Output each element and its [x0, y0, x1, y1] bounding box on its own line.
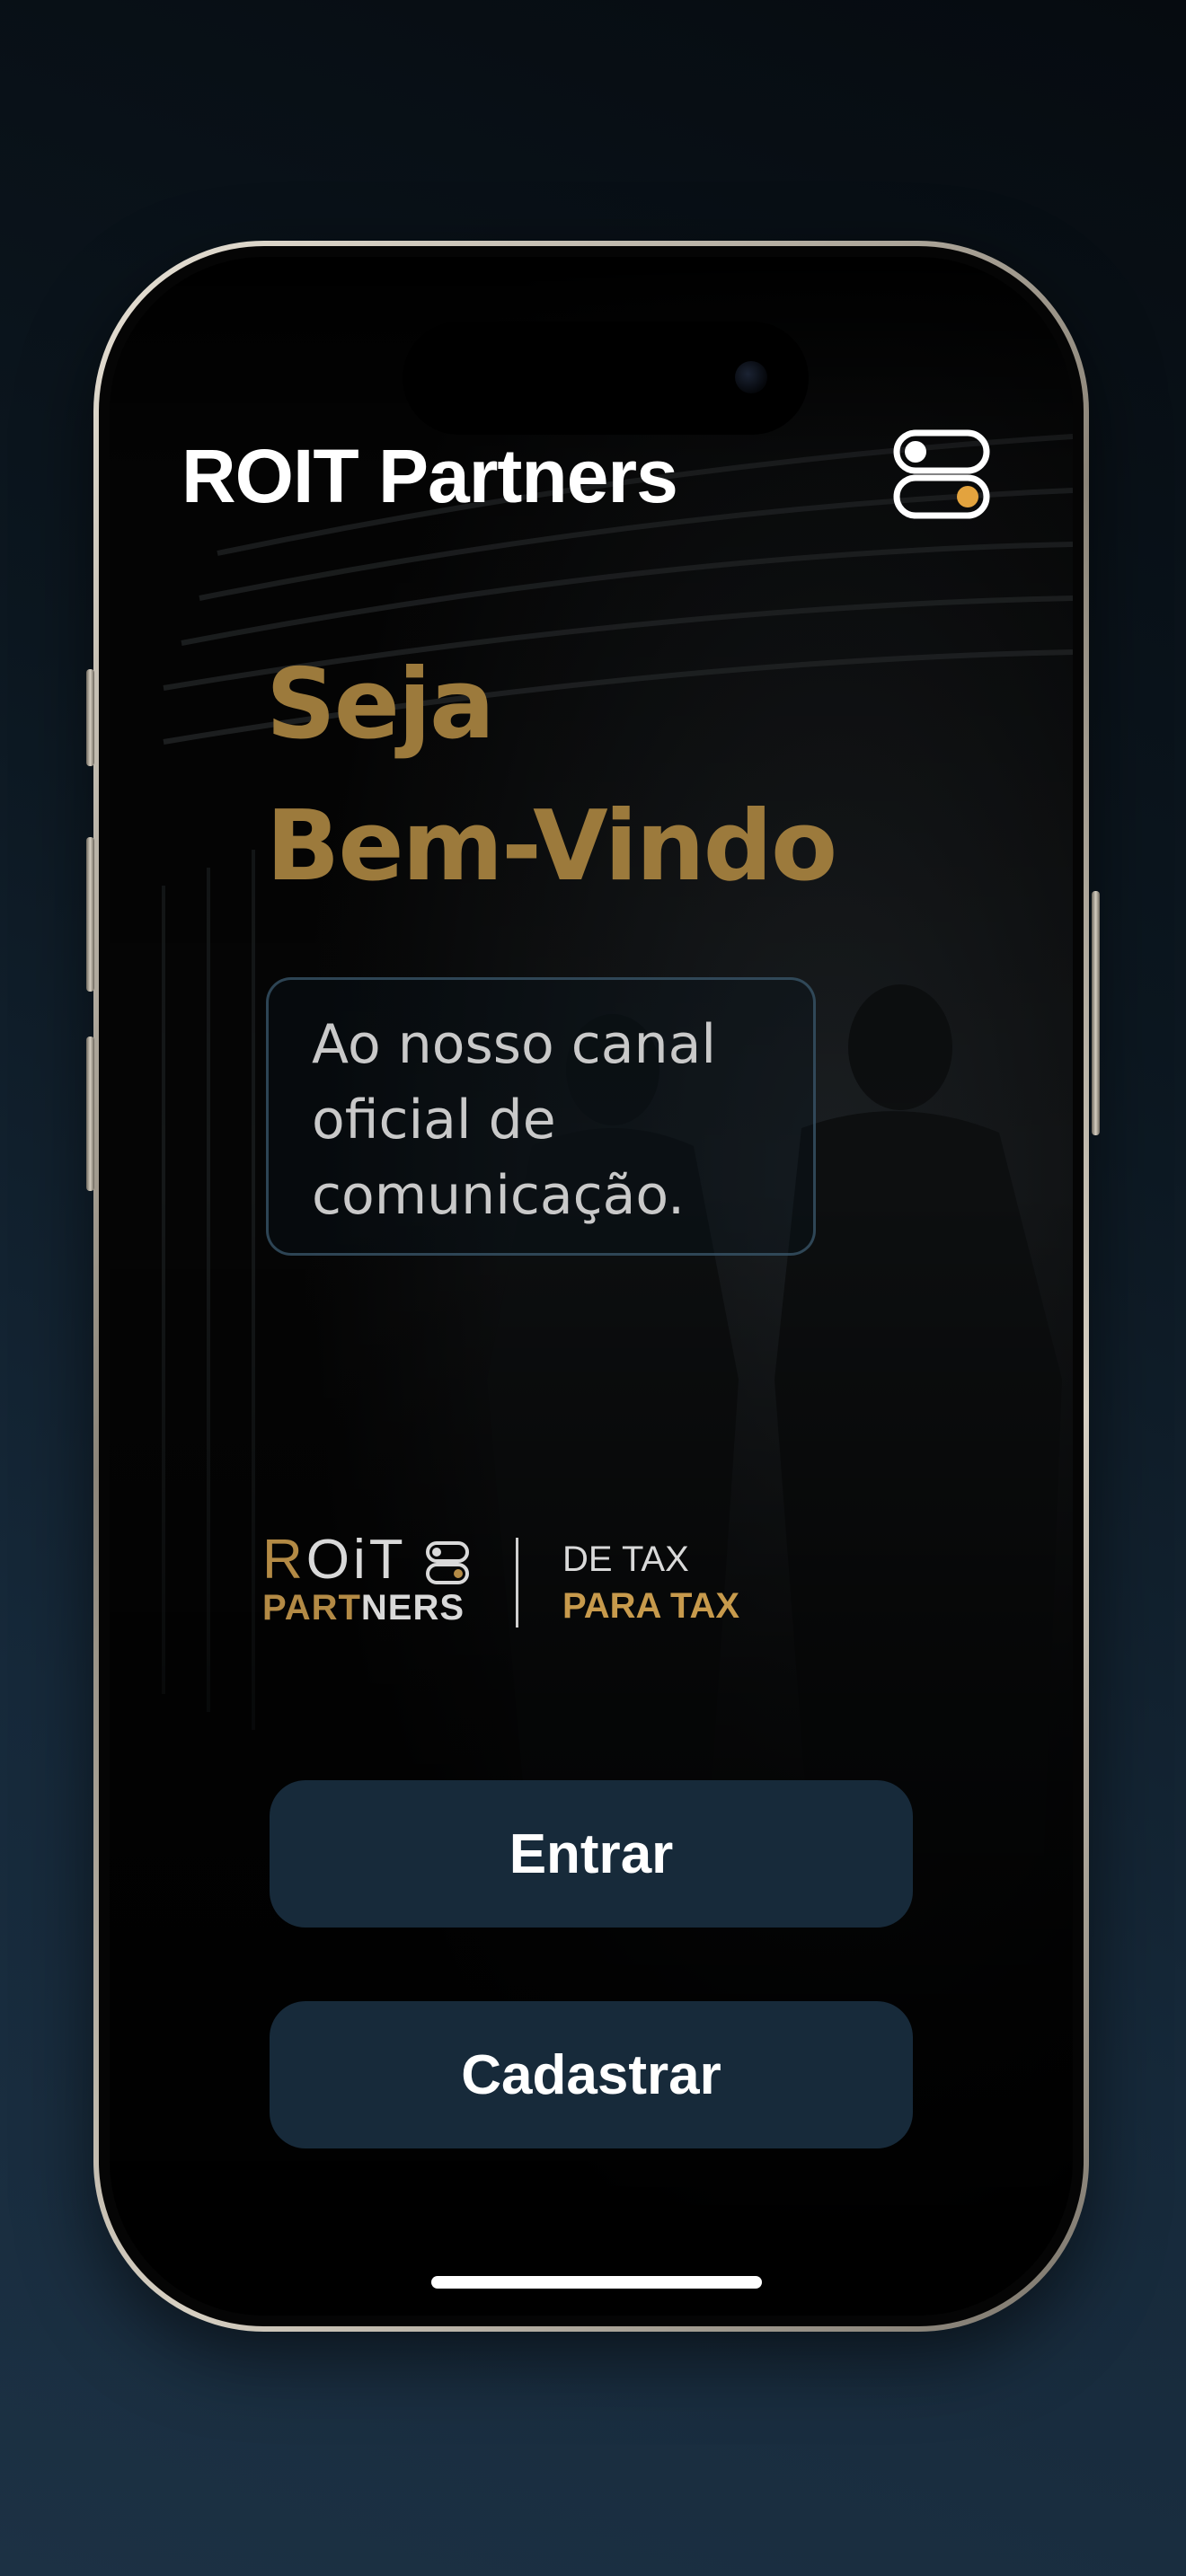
info-text: Ao nosso canal oficial de comunicação.: [312, 1013, 717, 1227]
brand-tagline-line2: PARA TAX: [562, 1586, 740, 1626]
login-button[interactable]: Entrar: [270, 1780, 913, 1928]
signup-button[interactable]: Cadastrar: [270, 2001, 913, 2148]
brand-roit: ROiT: [262, 1532, 407, 1588]
front-camera: [735, 361, 767, 393]
brand-partners: PARTNERS: [262, 1586, 465, 1629]
phone-frame: ROIT Partners Seja Bem-Vindo Ao nosso ca…: [93, 241, 1089, 2332]
welcome-line1: Seja: [266, 648, 495, 761]
brand-partners-part1: PART: [262, 1588, 361, 1628]
volume-down-side-button: [86, 1037, 94, 1191]
welcome-heading: Seja Bem-Vindo: [266, 634, 837, 918]
toggle-switch-icon[interactable]: [890, 420, 1001, 532]
brand-roit-first: R: [262, 1529, 306, 1591]
welcome-line2: Bem-Vindo: [266, 790, 837, 903]
brand-partners-part2: NERS: [360, 1588, 465, 1628]
app-title: ROIT Partners: [181, 434, 678, 518]
power-side-button: [1092, 891, 1100, 1135]
home-indicator[interactable]: [431, 2276, 762, 2289]
info-box: Ao nosso canal oficial de comunicação.: [266, 977, 816, 1256]
app-screen: ROIT Partners Seja Bem-Vindo Ao nosso ca…: [110, 257, 1073, 2316]
brand-logo: ROiT PARTNERS DE TAX PARA TAX: [262, 1532, 855, 1640]
phone-bezel: ROIT Partners Seja Bem-Vindo Ao nosso ca…: [99, 246, 1084, 2326]
brand-roit-rest: OiT: [305, 1529, 407, 1591]
brand-toggle-icon: [426, 1541, 469, 1584]
action-side-button: [86, 669, 94, 766]
volume-up-side-button: [86, 837, 94, 992]
brand-tagline-line1: DE TAX: [562, 1539, 689, 1579]
brand-divider: [516, 1538, 518, 1628]
dynamic-island: [403, 322, 809, 435]
